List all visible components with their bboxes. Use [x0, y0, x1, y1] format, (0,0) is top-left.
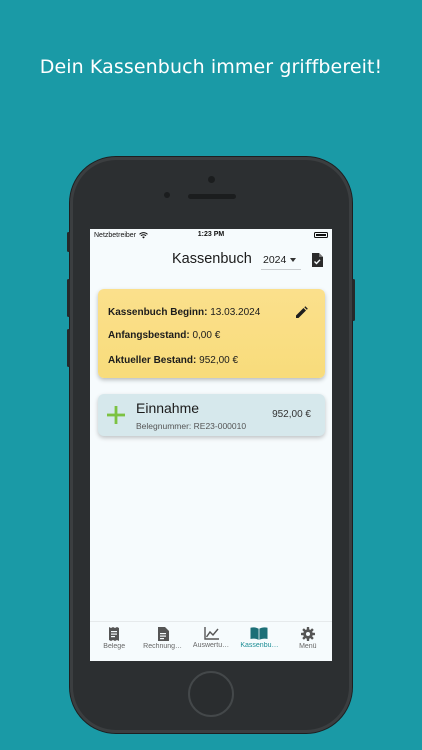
- gear-icon: [300, 627, 315, 641]
- nav-item-auswertungen[interactable]: Auswertu…: [187, 622, 235, 661]
- current-balance-label: Aktueller Bestand:: [108, 355, 197, 366]
- book-icon: [250, 627, 268, 640]
- begin-row: Kassenbuch Beginn: 13.03.2024: [108, 307, 260, 319]
- earpiece-speaker: [188, 194, 236, 199]
- year-value: 2024: [263, 253, 287, 266]
- mute-switch: [67, 232, 70, 252]
- cashbook-summary-card: Kassenbuch Beginn: 13.03.2024 Anfangsbes…: [98, 289, 325, 378]
- entry-receipt-number: Belegnummer: RE23-000010: [136, 421, 247, 431]
- export-document-icon[interactable]: [311, 253, 323, 267]
- nav-label-auswertungen: Auswertu…: [192, 642, 230, 649]
- receipt-icon: [109, 627, 120, 641]
- nav-item-rechnungen[interactable]: Rechnung…: [138, 622, 186, 661]
- start-balance-row: Anfangsbestand: 0,00 €: [108, 330, 220, 342]
- entry-card[interactable]: Einnahme Belegnummer: RE23-000010 952,00…: [98, 394, 325, 436]
- entry-amount: 952,00 €: [272, 409, 311, 420]
- volume-down-button: [67, 329, 70, 367]
- chart-icon: [203, 627, 219, 640]
- year-select[interactable]: 2024: [261, 250, 301, 270]
- status-bar: Netzbetreiber 1:23 PM: [90, 229, 332, 241]
- nav-item-kassenbuch[interactable]: Kassenbu…: [235, 622, 283, 661]
- volume-up-button: [67, 279, 70, 317]
- app-screen: Netzbetreiber 1:23 PM Kassenbuch 2024 Ka…: [90, 229, 332, 661]
- start-balance-value: 0,00 €: [192, 330, 221, 341]
- home-button[interactable]: [188, 671, 234, 717]
- nav-label-kassenbuch: Kassenbu…: [240, 642, 279, 649]
- nav-item-belege[interactable]: Belege: [90, 622, 138, 661]
- power-button: [352, 279, 355, 321]
- nav-label-rechnungen: Rechnung…: [143, 643, 183, 650]
- battery-icon: [314, 232, 328, 238]
- begin-label: Kassenbuch Beginn:: [108, 307, 208, 318]
- dropdown-caret-icon: [290, 257, 297, 262]
- edit-pencil-icon[interactable]: [295, 306, 308, 319]
- nav-item-menue[interactable]: Menü: [284, 622, 332, 661]
- entry-title: Einnahme: [136, 400, 200, 416]
- camera: [208, 176, 215, 183]
- nav-label-belege: Belege: [103, 643, 126, 650]
- start-balance-label: Anfangsbestand:: [108, 330, 190, 341]
- status-time: 1:23 PM: [197, 231, 225, 238]
- nav-label-menue: Menü: [299, 643, 317, 650]
- page-title: Kassenbuch: [172, 251, 252, 267]
- current-balance-value: 952,00 €: [199, 355, 239, 366]
- headline: Dein Kassenbuch immer griffbereit!: [39, 56, 383, 78]
- front-sensor: [164, 192, 170, 198]
- bottom-navigation: Belege Rechnung… Auswertu… Kassenbu… Men…: [90, 621, 332, 661]
- invoice-icon: [157, 627, 169, 641]
- plus-icon: [107, 406, 125, 424]
- begin-value: 13.03.2024: [210, 307, 261, 318]
- current-balance-row: Aktueller Bestand: 952,00 €: [108, 355, 238, 367]
- phone-frame: Netzbetreiber 1:23 PM Kassenbuch 2024 Ka…: [67, 157, 355, 733]
- app-bar: Kassenbuch 2024: [90, 241, 332, 277]
